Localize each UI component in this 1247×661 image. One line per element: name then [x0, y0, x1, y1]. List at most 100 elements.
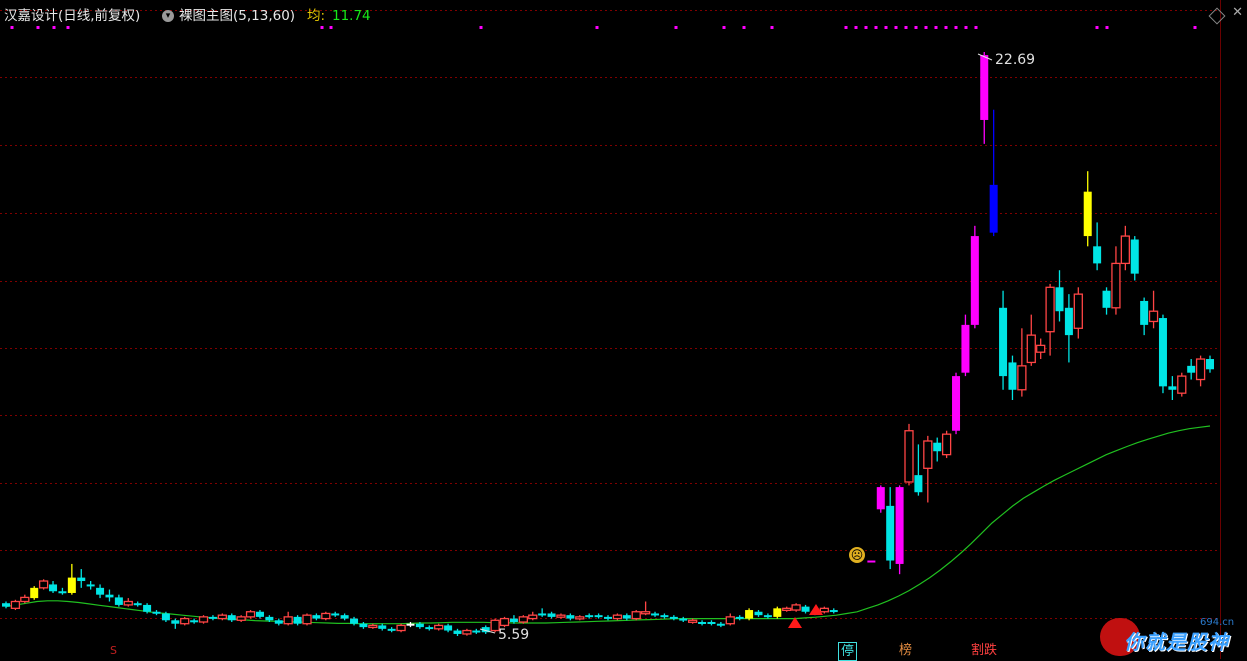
candle — [585, 613, 594, 619]
candle — [895, 485, 904, 575]
candle — [688, 618, 698, 624]
candle — [1111, 246, 1121, 315]
signal-dot — [479, 26, 483, 29]
candle — [1045, 283, 1055, 356]
candle — [180, 616, 190, 626]
candle — [312, 613, 321, 621]
signal-tag-ting: 停 — [838, 642, 858, 661]
candle — [1017, 328, 1027, 397]
candle — [227, 613, 236, 622]
candle — [274, 618, 283, 626]
candle — [77, 569, 86, 588]
stock-title: 汉嘉设计(日线,前复权) — [4, 8, 141, 24]
kline-chart[interactable]: 22.69 5.59 — [0, 0, 1247, 659]
candle — [171, 618, 180, 629]
candle — [622, 613, 631, 621]
close-icon[interactable]: ✕ — [1232, 5, 1243, 20]
signal-dot — [854, 26, 858, 29]
signal-dot — [864, 26, 868, 29]
candle — [933, 437, 942, 462]
candle — [133, 601, 142, 607]
candle — [245, 610, 256, 619]
candle — [631, 610, 641, 621]
candle — [763, 613, 772, 619]
signal-dot — [904, 26, 908, 29]
candle — [1064, 294, 1073, 363]
candle — [86, 581, 95, 590]
candle — [302, 613, 312, 626]
candle — [1148, 290, 1159, 329]
candle — [566, 613, 575, 621]
candle — [961, 314, 970, 377]
low-label: 5.59 — [498, 627, 529, 643]
candle — [876, 485, 885, 513]
indicator-dropdown-icon[interactable]: ▾ — [162, 10, 174, 22]
signal-dot — [722, 26, 726, 29]
candle — [425, 625, 434, 631]
candle — [952, 372, 961, 435]
candle — [1177, 372, 1187, 397]
candle — [236, 615, 246, 622]
candle — [791, 603, 801, 612]
signal-dot — [1193, 26, 1197, 29]
candle — [49, 581, 58, 593]
candle — [444, 623, 453, 633]
signal-dot — [770, 26, 774, 29]
candle — [96, 584, 105, 599]
candle — [1158, 314, 1167, 394]
candle — [819, 606, 829, 614]
candle — [941, 430, 952, 459]
avg-value: 11.74 — [332, 8, 371, 24]
candle — [669, 615, 678, 621]
signal-dot — [964, 26, 968, 29]
candle — [368, 623, 378, 629]
candle — [651, 611, 660, 617]
candle — [114, 594, 123, 607]
candle — [462, 628, 472, 636]
candle — [1187, 359, 1196, 380]
signal-tag-jie: 割跌 — [971, 643, 998, 658]
signal-dot — [954, 26, 958, 29]
candle — [575, 615, 585, 621]
candle — [698, 620, 707, 626]
smiley-icon: ☹ — [849, 547, 865, 563]
signal-dot — [329, 26, 333, 29]
candle — [378, 623, 387, 631]
candle — [1073, 287, 1083, 339]
candle — [914, 444, 923, 496]
candle — [1055, 270, 1064, 322]
candle — [331, 611, 340, 617]
signal-dot — [894, 26, 898, 29]
candle — [989, 109, 998, 237]
ma-line — [5, 425, 1211, 625]
candle — [556, 613, 566, 619]
candle — [190, 618, 199, 624]
signal-dot — [1095, 26, 1099, 29]
signal-dot — [934, 26, 938, 29]
candle — [283, 611, 293, 626]
candle — [980, 52, 989, 144]
signal-dot — [742, 26, 746, 29]
candle — [745, 608, 754, 621]
candle — [38, 579, 49, 590]
candle — [640, 601, 651, 616]
signal-dot — [674, 26, 678, 29]
candle — [707, 620, 716, 626]
candle — [67, 563, 76, 595]
candle — [528, 611, 538, 621]
signal-dot — [914, 26, 918, 29]
signal-dot — [874, 26, 878, 29]
candle — [660, 613, 669, 619]
candle — [453, 628, 462, 636]
indicator-name[interactable]: 裸图主图(5,13,60) — [179, 6, 295, 26]
signal-dot — [974, 26, 978, 29]
candle — [904, 423, 914, 486]
signal-dot — [844, 26, 848, 29]
candle — [1026, 314, 1036, 366]
candle — [30, 586, 39, 600]
candle — [1206, 355, 1214, 373]
candle — [1130, 236, 1139, 281]
watermark-text: 你就是股神 — [1124, 630, 1229, 654]
high-label: 22.69 — [995, 52, 1035, 68]
signal-tag-s: S — [110, 644, 117, 657]
